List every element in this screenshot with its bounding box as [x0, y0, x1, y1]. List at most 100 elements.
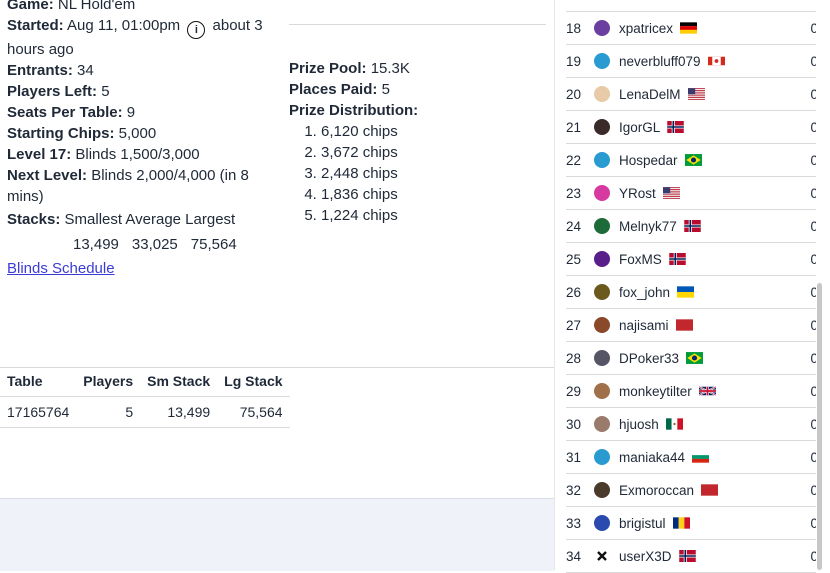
- flag-us-icon: [662, 187, 680, 199]
- player-row[interactable]: 31 maniaka44 0: [566, 441, 818, 474]
- entrants-value: 34: [77, 62, 94, 79]
- player-name[interactable]: YRost: [619, 186, 656, 201]
- player-rank: 19: [566, 53, 582, 69]
- players-left-value: 5: [101, 83, 110, 100]
- player-row[interactable]: 19 neverbluff079 0: [566, 45, 818, 78]
- starting-chips-row: Starting Chips: 5,000: [7, 123, 287, 144]
- seats-row: Seats Per Table: 9: [7, 102, 287, 123]
- flag-ma-icon: [701, 484, 719, 496]
- col-table[interactable]: Table: [0, 369, 76, 397]
- stacks-label: Stacks:: [7, 211, 61, 228]
- prize-pool-value: 15.3K: [370, 60, 410, 77]
- seats-value: 9: [126, 104, 136, 121]
- player-row[interactable]: 34 userX3D 0: [566, 540, 818, 573]
- player-row[interactable]: 20 LenaDelM 0: [566, 78, 818, 111]
- prize-dist-item: 1,224 chips: [321, 205, 539, 226]
- flag-no-icon: [669, 253, 686, 265]
- prize-dist-item: 6,120 chips: [321, 121, 539, 142]
- avatar: [594, 383, 610, 399]
- panel-separator: [554, 0, 555, 570]
- player-name[interactable]: hjuosh: [619, 417, 659, 432]
- flag-bg-icon: [692, 451, 710, 463]
- avatar: [594, 152, 610, 168]
- player-name[interactable]: Exmoroccan: [619, 483, 694, 498]
- player-name[interactable]: monkeytilter: [619, 384, 692, 399]
- scrollbar-thumb[interactable]: [817, 283, 822, 570]
- flag-no-icon: [678, 550, 696, 562]
- player-name[interactable]: neverbluff079: [619, 54, 701, 69]
- avatar: [594, 350, 610, 366]
- started-row: Started: Aug 11, 01:00pm i about 3 hours…: [7, 15, 287, 60]
- player-rank: 24: [566, 218, 582, 234]
- avatar: [594, 515, 610, 531]
- stack-average: 33,025: [131, 236, 178, 253]
- flag-mx-icon: [665, 418, 683, 430]
- divider: [289, 24, 546, 25]
- player-rank: 21: [566, 119, 582, 135]
- places-paid-label: Places Paid:: [289, 81, 378, 98]
- player-name[interactable]: LenaDelM: [619, 87, 681, 102]
- blinds-schedule-link[interactable]: Blinds Schedule: [7, 258, 115, 279]
- player-row[interactable]: 18 xpatricex 0: [566, 12, 818, 45]
- player-name[interactable]: najisami: [619, 318, 669, 333]
- player-row[interactable]: 27 najisami 0: [566, 309, 818, 342]
- starting-chips-value: 5,000: [118, 125, 157, 142]
- flag-gb-icon: [698, 385, 717, 397]
- player-rank: 23: [566, 185, 582, 201]
- flag-de-icon: [680, 22, 698, 34]
- next-level-row: Next Level: Blinds 2,000/4,000 (in 8 min…: [7, 165, 287, 207]
- stacks-headers: Smallest Average Largest: [64, 211, 236, 228]
- tables-table: Table Players Sm Stack Lg Stack 17165764…: [0, 369, 290, 428]
- starting-chips-label: Starting Chips:: [7, 125, 115, 142]
- players-list: 18 xpatricex 0 19 neverbluff079 0 20 LenaDelM 0 2…: [566, 12, 818, 573]
- game-label: Game:: [7, 0, 54, 13]
- col-players[interactable]: Players: [76, 369, 140, 397]
- player-row[interactable]: 23 YRost 0: [566, 177, 818, 210]
- player-name[interactable]: userX3D: [619, 549, 672, 564]
- cell-players: 5: [76, 396, 141, 428]
- avatar: [594, 251, 610, 267]
- player-row[interactable]: 24 Melnyk77 0: [566, 210, 818, 243]
- player-name[interactable]: Melnyk77: [619, 219, 677, 234]
- player-rank: 30: [566, 416, 582, 432]
- player-row[interactable]: 29 monkeytilter 0: [566, 375, 818, 408]
- player-rank: 26: [566, 284, 582, 300]
- started-value: Aug 11, 01:00pm: [67, 17, 181, 34]
- player-row[interactable]: 26 fox_john 0: [566, 276, 818, 309]
- player-name[interactable]: maniaka44: [619, 450, 685, 465]
- avatar: [594, 20, 610, 36]
- player-name[interactable]: DPoker33: [619, 351, 679, 366]
- entrants-label: Entrants:: [7, 62, 73, 79]
- player-name[interactable]: FoxMS: [619, 252, 662, 267]
- player-rank: 18: [566, 20, 582, 36]
- player-name[interactable]: fox_john: [619, 285, 670, 300]
- player-name[interactable]: Hospedar: [619, 153, 678, 168]
- player-name[interactable]: brigistul: [619, 516, 666, 531]
- flag-us-icon: [687, 88, 705, 100]
- player-name[interactable]: IgorGL: [619, 120, 660, 135]
- prize-dist-item: 1,836 chips: [321, 184, 539, 205]
- player-row[interactable]: 21 IgorGL 0: [566, 111, 818, 144]
- player-name[interactable]: xpatricex: [619, 21, 673, 36]
- players-left-row: Players Left: 5: [7, 81, 287, 102]
- player-rank: 34: [566, 548, 582, 564]
- info-icon[interactable]: i: [187, 21, 206, 39]
- game-value: NL Hold'em: [57, 0, 136, 13]
- player-row[interactable]: 25 FoxMS 0: [566, 243, 818, 276]
- player-row[interactable]: 28 DPoker33 0: [566, 342, 818, 375]
- prize-dist-item: 2,448 chips: [321, 163, 539, 184]
- prize-pool-row: Prize Pool: 15.3K: [289, 58, 539, 79]
- player-rank: 25: [566, 251, 582, 267]
- player-rank: 29: [566, 383, 582, 399]
- player-row[interactable]: 22 Hospedar 0: [566, 144, 818, 177]
- level-value: Blinds 1,500/3,000: [75, 146, 200, 163]
- player-row[interactable]: 32 Exmoroccan 0: [566, 474, 818, 507]
- col-sm-stack[interactable]: Sm Stack: [140, 369, 217, 397]
- stacks-row: Stacks: Smallest Average Largest: [7, 209, 287, 230]
- table-row[interactable]: 17165764 5 13,499 75,564: [0, 396, 290, 428]
- flag-br-icon: [684, 154, 702, 166]
- prize-pool-label: Prize Pool:: [289, 60, 367, 77]
- col-lg-stack[interactable]: Lg Stack: [217, 369, 289, 397]
- player-row[interactable]: 33 brigistul 0: [566, 507, 818, 540]
- player-row[interactable]: 30 hjuosh 0: [566, 408, 818, 441]
